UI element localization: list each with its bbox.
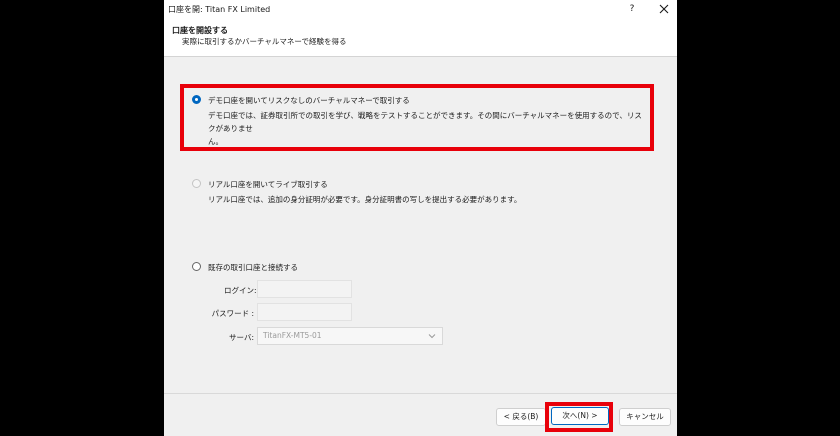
real-account-radio[interactable] bbox=[192, 179, 201, 188]
password-label: パスワード : bbox=[211, 309, 254, 318]
next-button-highlight bbox=[545, 402, 613, 432]
page-title: 口座を開設する bbox=[172, 26, 228, 35]
footer-divider bbox=[164, 393, 677, 394]
server-label: サーバ: bbox=[229, 333, 254, 342]
real-account-description: リアル口座では、追加の身分証明が必要です。身分証明書の写しを提出する必要がありま… bbox=[208, 195, 522, 204]
window-title: 口座を開: Titan FX Limited bbox=[168, 5, 271, 14]
server-select-value: TitanFX-MT5-01 bbox=[263, 331, 322, 340]
existing-account-radio[interactable] bbox=[192, 262, 201, 271]
chevron-down-icon bbox=[428, 334, 436, 339]
real-account-label[interactable]: リアル口座を開いてライブ取引する bbox=[208, 179, 328, 190]
open-account-dialog: 口座を開: Titan FX Limited ? 口座を開設する 実際に取引する… bbox=[164, 0, 677, 436]
demo-option-highlight bbox=[180, 84, 654, 151]
close-icon bbox=[659, 4, 669, 14]
password-input[interactable] bbox=[257, 303, 352, 321]
login-input[interactable] bbox=[257, 280, 352, 298]
existing-account-label[interactable]: 既存の取引口座と接続する bbox=[208, 262, 298, 273]
back-button[interactable]: < 戻る(B) bbox=[496, 408, 546, 426]
cancel-button[interactable]: キャンセル bbox=[619, 408, 671, 426]
login-label: ログイン: bbox=[224, 286, 257, 295]
page-subtitle: 実際に取引するかバーチャルマネーで経験を得る bbox=[182, 37, 347, 46]
server-select[interactable]: TitanFX-MT5-01 bbox=[257, 327, 443, 345]
title-bar: 口座を開: Titan FX Limited ? bbox=[164, 0, 677, 18]
help-button[interactable]: ? bbox=[626, 3, 638, 15]
wizard-header: 口座を開設する 実際に取引するかバーチャルマネーで経験を得る bbox=[164, 18, 677, 57]
close-button[interactable] bbox=[657, 2, 671, 16]
